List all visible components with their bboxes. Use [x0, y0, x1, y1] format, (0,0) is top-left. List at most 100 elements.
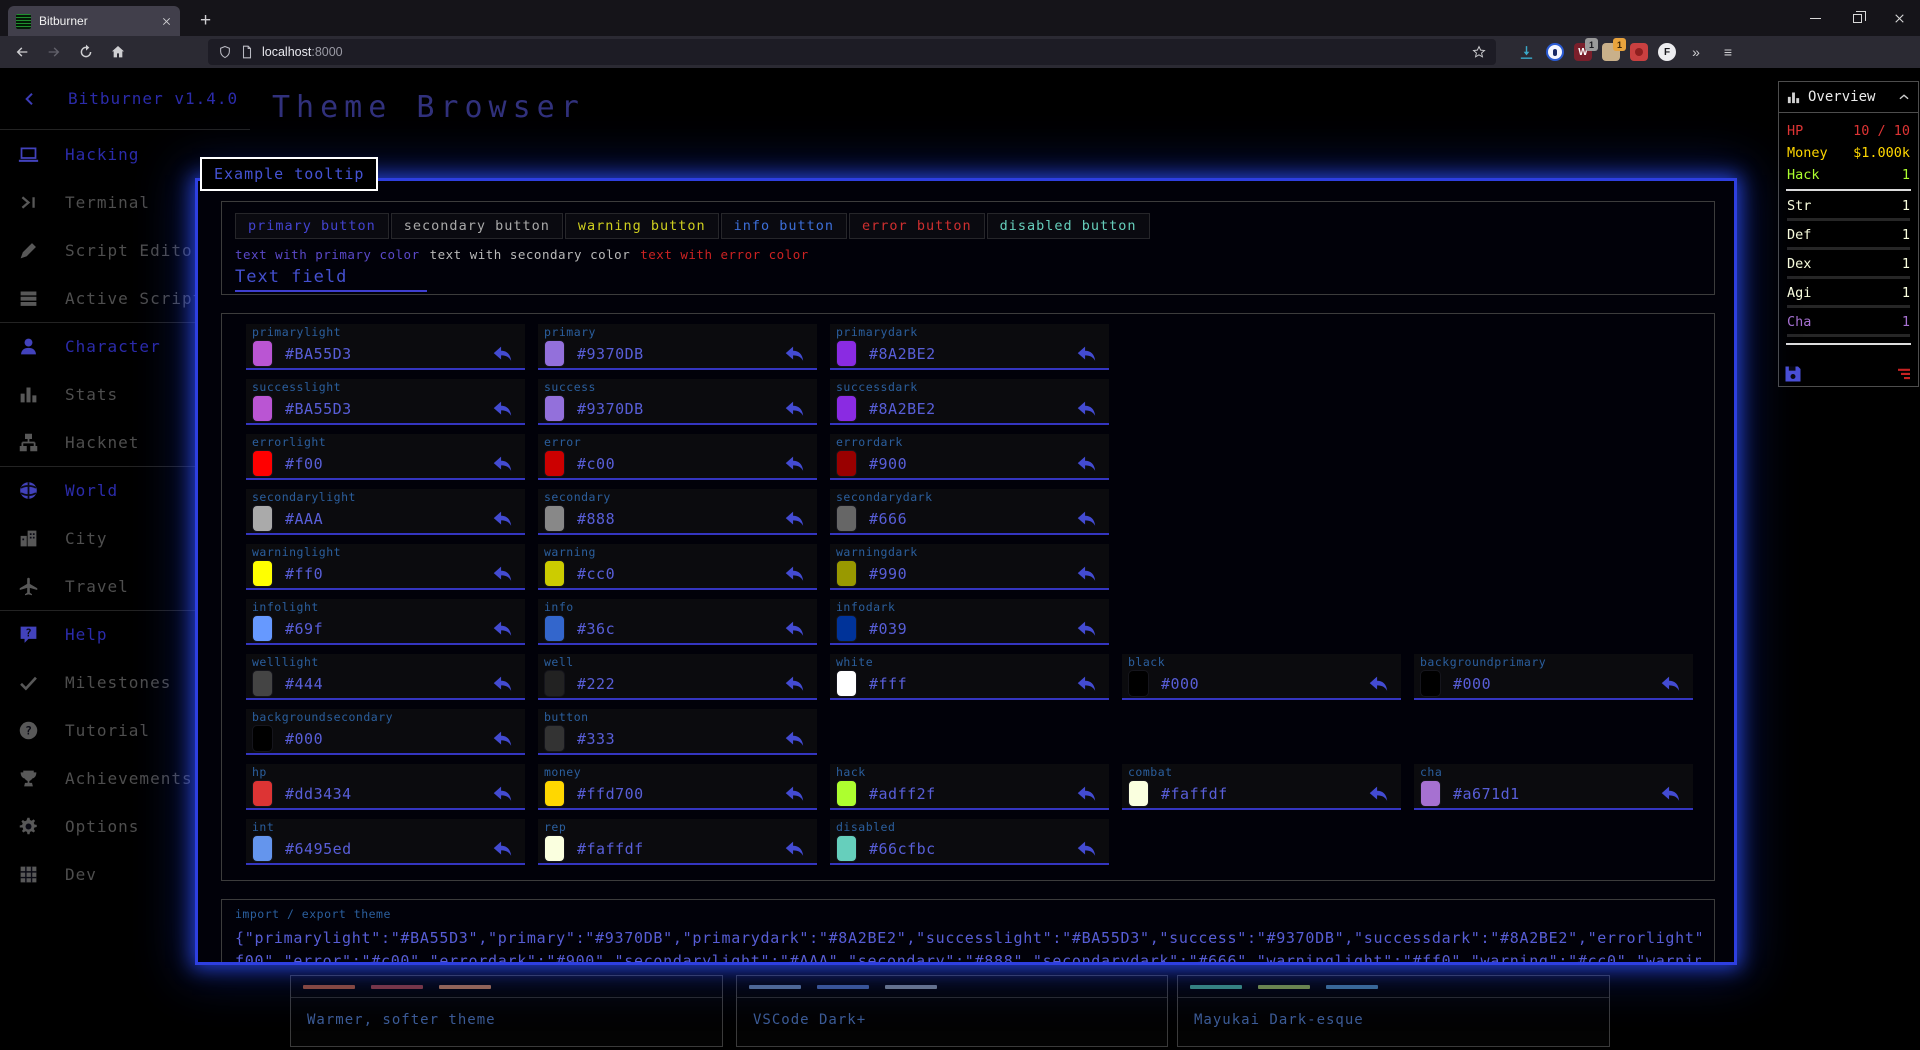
undo-icon[interactable] — [1075, 673, 1097, 695]
color-hex-input[interactable]: #333 — [577, 730, 783, 748]
tab-close-icon[interactable] — [161, 16, 172, 27]
color-hex-input[interactable]: #039 — [869, 620, 1075, 638]
color-swatch[interactable] — [1420, 670, 1441, 697]
color-hex-input[interactable]: #AAA — [285, 510, 491, 528]
undo-icon[interactable] — [783, 398, 805, 420]
color-swatch[interactable] — [544, 835, 565, 862]
color-swatch[interactable] — [544, 780, 565, 807]
undo-icon[interactable] — [1075, 618, 1097, 640]
color-hex-input[interactable]: #900 — [869, 455, 1075, 473]
overflow-chevron-icon[interactable]: » — [1684, 40, 1708, 64]
color-swatch[interactable] — [836, 615, 857, 642]
undo-icon[interactable] — [783, 508, 805, 530]
undo-icon[interactable] — [491, 453, 513, 475]
page-info-icon[interactable] — [240, 45, 254, 59]
undo-icon[interactable] — [491, 398, 513, 420]
color-swatch[interactable] — [544, 340, 565, 367]
collapse-overview-icon[interactable] — [1897, 90, 1911, 104]
undo-icon[interactable] — [491, 563, 513, 585]
color-swatch[interactable] — [836, 835, 857, 862]
extension-icon[interactable]: 1 — [1602, 43, 1620, 61]
example-button[interactable]: primary button — [235, 213, 389, 239]
color-hex-input[interactable]: #9370DB — [577, 400, 783, 418]
minimize-button[interactable] — [1794, 0, 1836, 36]
back-button[interactable] — [8, 39, 36, 65]
color-hex-input[interactable]: #666 — [869, 510, 1075, 528]
color-swatch[interactable] — [252, 670, 273, 697]
color-swatch[interactable] — [252, 450, 273, 477]
undo-icon[interactable] — [491, 783, 513, 805]
collapse-sidebar-icon[interactable] — [22, 91, 38, 107]
color-swatch[interactable] — [252, 615, 273, 642]
color-hex-input[interactable]: #222 — [577, 675, 783, 693]
url-bar[interactable]: localhost:8000 — [208, 39, 1496, 65]
save-game-icon[interactable] — [1783, 364, 1803, 384]
color-swatch[interactable] — [252, 835, 273, 862]
undo-icon[interactable] — [1075, 838, 1097, 860]
undo-icon[interactable] — [491, 343, 513, 365]
color-swatch[interactable] — [252, 340, 273, 367]
undo-icon[interactable] — [783, 783, 805, 805]
example-button[interactable]: info button — [721, 213, 847, 239]
color-swatch[interactable] — [252, 505, 273, 532]
overview-header[interactable]: Overview — [1779, 82, 1918, 113]
color-swatch[interactable] — [544, 615, 565, 642]
browser-tab[interactable]: Bitburner — [8, 6, 180, 36]
color-swatch[interactable] — [544, 450, 565, 477]
color-hex-input[interactable]: #69f — [285, 620, 491, 638]
shield-icon[interactable] — [218, 45, 232, 59]
color-hex-input[interactable]: #c00 — [577, 455, 783, 473]
color-swatch[interactable] — [836, 670, 857, 697]
color-hex-input[interactable]: #6495ed — [285, 840, 491, 858]
undo-icon[interactable] — [491, 508, 513, 530]
color-swatch[interactable] — [836, 340, 857, 367]
color-hex-input[interactable]: #cc0 — [577, 565, 783, 583]
color-swatch[interactable] — [836, 450, 857, 477]
color-hex-input[interactable]: #444 — [285, 675, 491, 693]
example-button[interactable]: error button — [849, 213, 985, 239]
example-text-field[interactable]: Text field — [235, 267, 427, 292]
extension-icon[interactable] — [1546, 43, 1564, 61]
color-hex-input[interactable]: #000 — [285, 730, 491, 748]
example-button[interactable]: warning button — [565, 213, 719, 239]
color-swatch[interactable] — [544, 395, 565, 422]
undo-icon[interactable] — [1075, 508, 1097, 530]
color-hex-input[interactable]: #faffdf — [1161, 785, 1367, 803]
undo-icon[interactable] — [783, 618, 805, 640]
theme-card[interactable]: Warmer, softer theme — [290, 975, 723, 1047]
color-hex-input[interactable]: #66cfbc — [869, 840, 1075, 858]
color-hex-input[interactable]: #adff2f — [869, 785, 1075, 803]
window-close-button[interactable] — [1878, 0, 1920, 36]
undo-icon[interactable] — [783, 453, 805, 475]
undo-icon[interactable] — [783, 563, 805, 585]
color-hex-input[interactable]: #36c — [577, 620, 783, 638]
color-hex-input[interactable]: #f00 — [285, 455, 491, 473]
color-swatch[interactable] — [252, 560, 273, 587]
color-swatch[interactable] — [1420, 780, 1441, 807]
new-tab-button[interactable]: + — [192, 6, 219, 36]
restore-button[interactable] — [1836, 0, 1878, 36]
color-swatch[interactable] — [836, 560, 857, 587]
undo-icon[interactable] — [1075, 398, 1097, 420]
forward-button[interactable] — [40, 39, 68, 65]
color-swatch[interactable] — [836, 395, 857, 422]
undo-icon[interactable] — [1367, 673, 1389, 695]
extension-icon[interactable]: W 1 — [1574, 43, 1592, 61]
color-hex-input[interactable]: #dd3434 — [285, 785, 491, 803]
sidebar-header[interactable]: Bitburner v1.4.0 — [0, 68, 250, 130]
color-hex-input[interactable]: #990 — [869, 565, 1075, 583]
color-swatch[interactable] — [252, 395, 273, 422]
undo-icon[interactable] — [783, 673, 805, 695]
import-export-textarea[interactable]: {"primarylight":"#BA55D3","primary":"#93… — [235, 927, 1701, 965]
theme-card[interactable]: Mayukai Dark-esque — [1177, 975, 1610, 1047]
undo-icon[interactable] — [783, 728, 805, 750]
undo-icon[interactable] — [1659, 783, 1681, 805]
undo-icon[interactable] — [491, 728, 513, 750]
theme-card[interactable]: VSCode Dark+ — [736, 975, 1168, 1047]
undo-icon[interactable] — [1659, 673, 1681, 695]
undo-icon[interactable] — [1075, 453, 1097, 475]
undo-icon[interactable] — [783, 343, 805, 365]
color-hex-input[interactable]: #ffd700 — [577, 785, 783, 803]
example-button[interactable]: secondary button — [391, 213, 563, 239]
color-swatch[interactable] — [252, 780, 273, 807]
